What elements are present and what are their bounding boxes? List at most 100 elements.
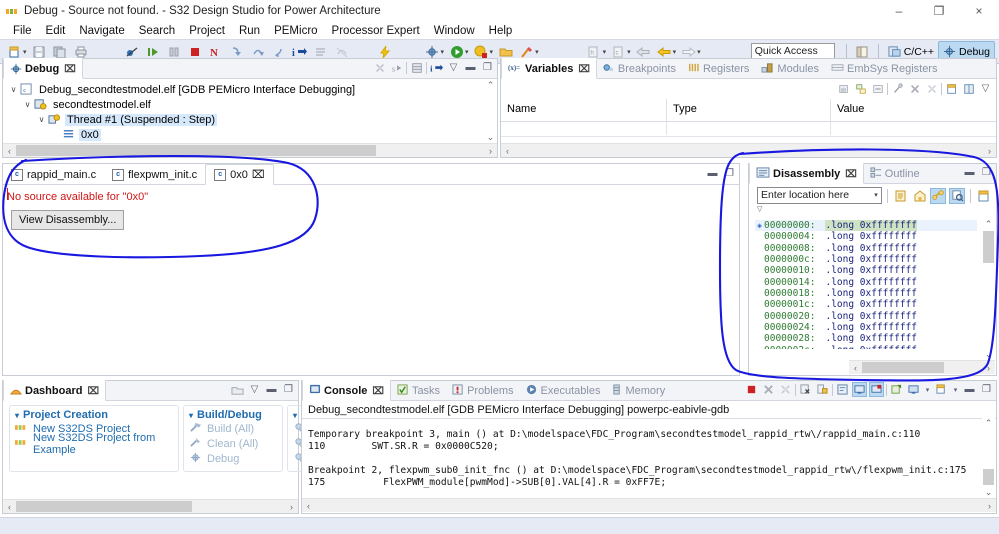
debug-tree-row[interactable]: ∨ secondtestmodel.elf: [7, 97, 497, 112]
console-output[interactable]: Temporary breakpoint 3, main () at D:\mo…: [308, 417, 980, 497]
chevron-down-icon[interactable]: ▾: [15, 411, 19, 420]
menu-item-help[interactable]: Help: [482, 25, 520, 37]
tab-executables[interactable]: Executables: [520, 382, 607, 400]
hscroll-thumb[interactable]: [16, 145, 376, 156]
disassembly-code[interactable]: ◈ 00000000: .long 0xffffffff 00000004: .long…: [755, 220, 977, 349]
tab-tasks[interactable]: Tasks: [391, 382, 446, 400]
scroll-up-icon[interactable]: ⌃: [985, 417, 993, 430]
editor-tab-flexpwm_init-c[interactable]: c flexpwm_init.c: [104, 165, 205, 184]
tab-console[interactable]: Console ⌧: [302, 380, 391, 401]
view-menu-icon[interactable]: ▽: [247, 382, 262, 397]
view-menu-icon[interactable]: ▽: [978, 81, 993, 96]
tab-embsys-registers[interactable]: EmbSys Registers: [825, 60, 943, 78]
filter-caret-icon[interactable]: ▽: [749, 204, 996, 215]
disassembly-line[interactable]: 0000002c: .long 0xffffffff: [755, 345, 977, 349]
show-address-icon[interactable]: [949, 187, 966, 204]
editor-tab-rappid_main-c[interactable]: c rappid_main.c: [3, 165, 104, 184]
new-disassembly-view-icon[interactable]: [976, 188, 992, 204]
scroll-left-icon[interactable]: ‹: [3, 146, 16, 156]
chevron-down-icon[interactable]: ▾: [923, 382, 932, 397]
display-selected-console-icon[interactable]: [906, 382, 921, 397]
scroll-lock-icon[interactable]: [815, 382, 830, 397]
menu-item-navigate[interactable]: Navigate: [72, 25, 131, 37]
tab-dashboard[interactable]: Dashboard ⌧: [3, 380, 106, 401]
disassembly-line[interactable]: 00000020: .long 0xffffffff: [755, 311, 977, 322]
vscroll-thumb[interactable]: [983, 231, 994, 263]
tab-breakpoints[interactable]: Breakpoints: [597, 60, 682, 78]
scroll-up-icon[interactable]: ⌃: [487, 79, 495, 92]
minimize-icon[interactable]: ▬: [463, 60, 478, 75]
dashboard-section-header[interactable]: ▾ Build/Debug: [189, 409, 277, 421]
scroll-up-icon[interactable]: ⌃: [985, 218, 993, 231]
disassembly-line[interactable]: 00000008: .long 0xffffffff: [755, 243, 977, 254]
menu-item-run[interactable]: Run: [232, 25, 267, 37]
tab-debug-close-icon[interactable]: ⌧: [64, 64, 76, 75]
tab-memory[interactable]: Memory: [606, 382, 671, 400]
disassembly-line[interactable]: 00000010: .long 0xffffffff: [755, 265, 977, 276]
maximize-icon[interactable]: ❐: [979, 165, 994, 180]
chevron-down-icon[interactable]: ▾: [293, 411, 297, 420]
hscroll-thumb[interactable]: [16, 501, 192, 512]
minimize-icon[interactable]: ▬: [705, 166, 720, 181]
link-with-debug-view-icon[interactable]: [930, 187, 947, 204]
scroll-left-icon[interactable]: ‹: [302, 501, 315, 511]
open-console-icon[interactable]: [934, 382, 949, 397]
terminate-icon[interactable]: [744, 382, 759, 397]
debug-tree-row[interactable]: ∨ c Debug_secondtestmodel.elf [GDB PEMicro…: [7, 82, 497, 97]
tab-modules[interactable]: Modules: [755, 60, 825, 78]
variables-hscrollbar[interactable]: ‹ ›: [501, 143, 996, 157]
view-disassembly-button[interactable]: View Disassembly...: [11, 210, 125, 230]
disassembly-line[interactable]: 00000014: .long 0xffffffff: [755, 277, 977, 288]
disassembly-line[interactable]: 00000028: .long 0xffffffff: [755, 333, 977, 344]
dashboard-hscrollbar[interactable]: ‹ ›: [3, 499, 298, 513]
tree-expand-arrow-icon[interactable]: ∨: [35, 115, 48, 124]
debug-tree-row[interactable]: 0x0: [7, 127, 497, 142]
menu-item-search[interactable]: Search: [132, 25, 182, 37]
tab-dashboard-close-icon[interactable]: ⌧: [87, 386, 99, 397]
scroll-right-icon[interactable]: ›: [983, 501, 996, 511]
home-address-icon[interactable]: [912, 188, 928, 204]
maximize-button[interactable]: ❐: [919, 0, 959, 22]
column-header-type[interactable]: Type: [673, 103, 697, 115]
collapse-icon[interactable]: [870, 81, 885, 96]
dashboard-item[interactable]: New S32DS Project from Example: [15, 432, 173, 456]
tab-registers[interactable]: Registers: [682, 60, 755, 78]
column-divider[interactable]: [830, 99, 831, 121]
tab-disassembly[interactable]: Disassembly ⌧: [749, 163, 864, 184]
open-dashboard-icon[interactable]: [230, 382, 245, 397]
maximize-icon[interactable]: ❐: [722, 166, 737, 181]
tree-expand-arrow-icon[interactable]: ∨: [21, 100, 34, 109]
tab-close-icon[interactable]: ⌧: [372, 386, 384, 397]
tab-variables[interactable]: (x)= Variables ⌧: [501, 58, 597, 79]
scroll-left-icon[interactable]: ‹: [3, 502, 16, 512]
column-header-value[interactable]: Value: [837, 103, 864, 115]
tab-problems[interactable]: Problems: [446, 382, 519, 400]
instruction-stepping-icon[interactable]: i: [429, 60, 444, 75]
disassembly-line[interactable]: 00000004: .long 0xffffffff: [755, 231, 977, 242]
chevron-down-icon[interactable]: ▾: [189, 411, 193, 420]
show-console-on-output-icon[interactable]: [852, 382, 867, 397]
tab-close-icon[interactable]: ⌧: [845, 169, 857, 180]
chevron-down-icon[interactable]: ▾: [874, 188, 878, 203]
vscroll-thumb[interactable]: [983, 469, 994, 485]
column-divider[interactable]: [666, 99, 667, 121]
tab-outline[interactable]: Outline: [864, 165, 926, 183]
dashboard-section-header[interactable]: ▾ Project Creation: [15, 409, 173, 421]
minimize-icon[interactable]: ▬: [264, 382, 279, 397]
disassembly-line[interactable]: 00000024: .long 0xffffffff: [755, 322, 977, 333]
scroll-right-icon[interactable]: ›: [983, 146, 996, 156]
view-menu-icon[interactable]: ▽: [446, 60, 461, 75]
layout-icon[interactable]: [961, 81, 976, 96]
collapse-all-icon[interactable]: [853, 81, 868, 96]
tab-debug[interactable]: Debug ⌧: [3, 58, 83, 79]
menu-item-window[interactable]: Window: [427, 25, 482, 37]
minimize-icon[interactable]: ▬: [962, 165, 977, 180]
show-console-on-error-icon[interactable]: [869, 382, 884, 397]
maximize-icon[interactable]: ❐: [480, 60, 495, 75]
maximize-icon[interactable]: ❐: [979, 382, 994, 397]
remove-all-terminated-icon[interactable]: [778, 382, 793, 397]
scroll-right-icon[interactable]: ›: [484, 146, 497, 156]
disassembly-line[interactable]: 0000000c: .long 0xffffffff: [755, 254, 977, 265]
menu-item-project[interactable]: Project: [182, 25, 232, 37]
disassembly-hscrollbar[interactable]: ‹ ›: [849, 360, 995, 374]
